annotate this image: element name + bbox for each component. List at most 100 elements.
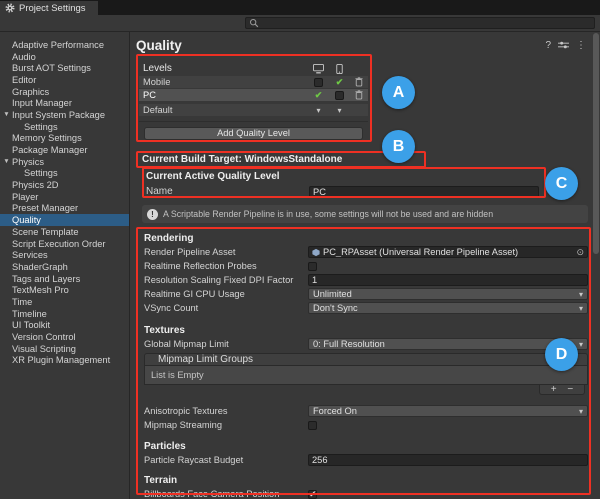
resolution-scaling-field[interactable]: 1 [308, 274, 588, 286]
resolution-scaling-row: Resolution Scaling Fixed DPI Factor 1 [130, 273, 600, 287]
help-icon[interactable]: ? [545, 40, 551, 51]
sidebar-item-services[interactable]: Services [0, 249, 129, 261]
sidebar-item-package-manager[interactable]: Package Manager [0, 144, 129, 156]
sidebar-item-xr-plugin-management[interactable]: XR Plugin Management [0, 355, 129, 367]
sidebar-item-preset-manager[interactable]: Preset Manager [0, 203, 129, 215]
particle-raycast-budget-field[interactable]: 256 [308, 454, 588, 466]
pc-mobile-checkbox[interactable] [335, 91, 344, 100]
mipmap-limit-groups-header[interactable]: Mipmap Limit Groups [144, 353, 588, 366]
sidebar-item-scene-template[interactable]: Scene Template [0, 226, 129, 238]
vsync-dropdown[interactable]: Don't Sync ▾ [308, 302, 588, 314]
sidebar-item-physics-2d[interactable]: Physics 2D [0, 179, 129, 191]
sidebar-item-version-control[interactable]: Version Control [0, 331, 129, 343]
sidebar-item-input-system-settings[interactable]: Settings [0, 121, 129, 133]
mipmap-streaming-label: Mipmap Streaming [144, 420, 308, 430]
particles-section-heading: Particles [130, 439, 600, 453]
sidebar-item-tags-and-layers[interactable]: Tags and Layers [0, 273, 129, 285]
current-active-quality-level-heading: Current Active Quality Level [146, 171, 600, 182]
add-quality-level-button[interactable]: Add Quality Level [144, 127, 363, 140]
search-box[interactable] [245, 17, 595, 29]
object-picker-icon[interactable]: ⊙ [576, 247, 584, 258]
levels-label: Levels [143, 63, 308, 74]
chevron-down-icon: ▾ [579, 290, 583, 299]
sidebar-item-physics[interactable]: ▼ Physics [0, 156, 129, 168]
realtime-reflection-probes-checkbox[interactable] [308, 262, 317, 271]
particle-raycast-budget-label: Particle Raycast Budget [144, 455, 308, 465]
sidebar-item-ui-toolkit[interactable]: UI Toolkit [0, 320, 129, 332]
sidebar-item-input-manager[interactable]: Input Manager [0, 97, 129, 109]
sidebar-item-player[interactable]: Player [0, 191, 129, 203]
vsync-label: VSync Count [144, 303, 308, 313]
quality-level-row-pc[interactable]: PC ✔ [139, 89, 368, 101]
mobile-desktop-checkbox[interactable] [314, 78, 323, 87]
mipmap-limit-groups-footer: + − [144, 385, 588, 396]
sidebar-item-script-execution-order[interactable]: Script Execution Order [0, 238, 129, 250]
realtime-reflection-probes-label: Realtime Reflection Probes [144, 261, 308, 271]
anisotropic-textures-value: Forced On [313, 406, 357, 416]
sidebar-item-physics-settings[interactable]: Settings [0, 168, 129, 180]
delete-level-trash-icon[interactable] [350, 77, 368, 87]
current-build-target-text: Current Build Target: WindowsStandalone [142, 154, 600, 165]
page-title: Quality [136, 38, 182, 53]
list-empty-text: List is Empty [151, 370, 204, 380]
search-input[interactable] [262, 18, 591, 28]
global-mipmap-limit-label: Global Mipmap Limit [144, 339, 308, 349]
sidebar-item-adaptive-performance[interactable]: Adaptive Performance [0, 39, 129, 51]
pc-default-check-icon[interactable]: ✔ [315, 91, 323, 100]
settings-sidebar: Adaptive Performance Audio Burst AOT Set… [0, 32, 130, 499]
list-remove-button[interactable]: − [567, 386, 573, 394]
foldout-open-icon[interactable]: ▼ [2, 111, 11, 118]
sidebar-item-time[interactable]: Time [0, 296, 129, 308]
rendering-section-heading: Rendering [130, 231, 600, 245]
render-pipeline-asset-field[interactable]: PC_RPAsset (Universal Render Pipeline As… [308, 246, 588, 258]
default-desktop-dropdown-icon[interactable]: ▾ [316, 106, 320, 115]
quality-level-row-mobile[interactable]: Mobile ✔ [139, 76, 368, 88]
list-add-button[interactable]: + [551, 386, 557, 394]
project-settings-tab[interactable]: Project Settings [0, 1, 98, 15]
vsync-row: VSync Count Don't Sync ▾ [130, 301, 600, 315]
sidebar-item-memory-settings[interactable]: Memory Settings [0, 133, 129, 145]
scrollbar-thumb[interactable] [593, 33, 599, 254]
level-name: PC [143, 90, 308, 100]
mipmap-limit-groups-label: Mipmap Limit Groups [158, 354, 253, 365]
sidebar-item-textmesh-pro[interactable]: TextMesh Pro [0, 284, 129, 296]
sidebar-item-visual-scripting[interactable]: Visual Scripting [0, 343, 129, 355]
active-level-name-row: Name PC [146, 185, 600, 198]
anisotropic-textures-dropdown[interactable]: Forced On ▾ [308, 405, 588, 417]
delete-level-trash-icon[interactable] [350, 90, 368, 100]
name-label: Name [146, 186, 309, 197]
project-settings-window: Project Settings Adaptive Performance Au… [0, 0, 600, 499]
default-mobile-dropdown-icon[interactable]: ▾ [337, 106, 341, 115]
warning-text: A Scriptable Render Pipeline is in use, … [163, 209, 493, 219]
default-label: Default [143, 105, 308, 115]
info-icon: ! [147, 209, 158, 220]
sidebar-item-graphics[interactable]: Graphics [0, 86, 129, 98]
vertical-scrollbar[interactable] [593, 33, 599, 497]
sidebar-item-burst-aot-settings[interactable]: Burst AOT Settings [0, 62, 129, 74]
mobile-default-check-icon[interactable]: ✔ [336, 78, 344, 87]
global-mipmap-limit-dropdown[interactable]: 0: Full Resolution ▾ [308, 338, 588, 350]
sidebar-item-input-system-package[interactable]: ▼ Input System Package [0, 109, 129, 121]
sidebar-item-label: Physics [12, 157, 44, 167]
sidebar-item-shadergraph[interactable]: ShaderGraph [0, 261, 129, 273]
levels-header-row: Levels [139, 62, 368, 75]
sidebar-item-audio[interactable]: Audio [0, 51, 129, 63]
resolution-scaling-label: Resolution Scaling Fixed DPI Factor [144, 275, 308, 285]
realtime-gi-dropdown[interactable]: Unlimited ▾ [308, 288, 588, 300]
foldout-open-icon[interactable]: ▼ [2, 158, 11, 165]
mipmap-streaming-checkbox[interactable] [308, 421, 317, 430]
menu-kebab-icon[interactable]: ⋮ [576, 40, 586, 51]
render-pipeline-asset-row: Render Pipeline Asset PC_RPAsset (Univer… [130, 245, 600, 259]
anisotropic-textures-row: Anisotropic Textures Forced On ▾ [130, 404, 600, 418]
sidebar-item-quality[interactable]: Quality [0, 214, 129, 226]
name-field[interactable]: PC [309, 186, 539, 198]
settings-toolbar [0, 15, 600, 32]
billboards-checkbox[interactable] [308, 490, 317, 499]
textures-section-heading: Textures [130, 323, 600, 337]
presets-icon[interactable] [558, 40, 569, 50]
desktop-platform-icon [308, 64, 329, 74]
sidebar-item-timeline[interactable]: Timeline [0, 308, 129, 320]
sidebar-item-editor[interactable]: Editor [0, 74, 129, 86]
level-name: Mobile [143, 77, 308, 87]
realtime-gi-value: Unlimited [313, 289, 352, 299]
